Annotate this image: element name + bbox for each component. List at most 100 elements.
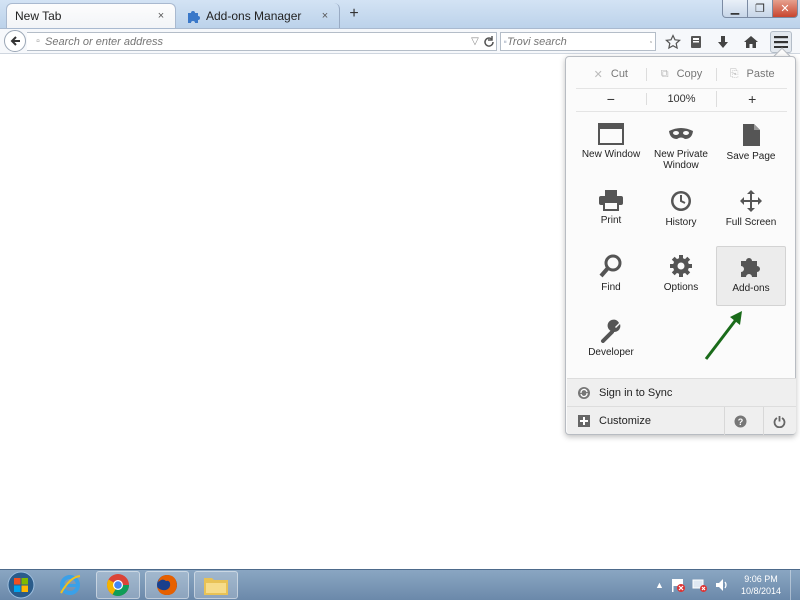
- customize-row: Customize ?: [567, 406, 796, 435]
- print-button[interactable]: Print: [576, 183, 646, 245]
- find-label: Find: [601, 282, 621, 293]
- zoom-in-button[interactable]: +: [716, 91, 787, 107]
- new-private-window-label: New Private Window: [654, 149, 708, 171]
- separator: [576, 111, 787, 112]
- developer-button[interactable]: Developer: [576, 313, 646, 375]
- add-ons-label: Add-ons: [732, 283, 770, 294]
- print-label: Print: [600, 215, 622, 226]
- options-icon: [670, 255, 692, 277]
- quit-button[interactable]: [763, 407, 795, 435]
- reload-icon[interactable]: [482, 35, 496, 49]
- internet-explorer-taskbar-icon[interactable]: [48, 571, 92, 599]
- sync-label: Sign in to Sync: [599, 386, 673, 399]
- edit-controls: ✕ Cut ⧉ Copy ⎘ Paste: [576, 63, 787, 85]
- paste-label: Paste: [746, 68, 775, 80]
- chrome-icon: [107, 574, 129, 596]
- copy-icon: ⧉: [660, 67, 669, 80]
- volume-icon[interactable]: [714, 577, 730, 593]
- history-icon: [671, 191, 691, 211]
- navigation-bar: ▫ ▽: [0, 28, 800, 54]
- close-tab-icon[interactable]: ×: [319, 10, 331, 22]
- options-button[interactable]: Options: [646, 248, 716, 310]
- main-menu-panel: ✕ Cut ⧉ Copy ⎘ Paste − 100% + New Window…: [565, 56, 796, 435]
- hamburger-menu-icon: [774, 36, 788, 48]
- show-desktop-button[interactable]: [790, 570, 800, 600]
- action-center-flag-icon[interactable]: [670, 577, 686, 593]
- sync-icon: [578, 386, 590, 399]
- cut-icon: ✕: [593, 68, 603, 81]
- sign-in-to-sync-button[interactable]: Sign in to Sync: [567, 378, 796, 406]
- bookmark-star-icon[interactable]: [662, 31, 684, 53]
- zoom-controls: − 100% +: [576, 88, 787, 110]
- private-window-icon: [669, 128, 693, 139]
- start-button[interactable]: [2, 570, 40, 600]
- url-bar[interactable]: ▫ ▽: [27, 32, 497, 51]
- clock-time: 9:06 PM: [744, 574, 778, 584]
- new-window-button[interactable]: New Window: [576, 117, 646, 179]
- search-bar[interactable]: [500, 32, 656, 51]
- minimize-button[interactable]: ▁: [722, 0, 748, 18]
- full-screen-icon: [740, 190, 762, 212]
- find-icon: [599, 254, 622, 278]
- chrome-taskbar-icon[interactable]: [96, 571, 140, 599]
- file-explorer-taskbar-icon[interactable]: [194, 571, 238, 599]
- tab-new-tab[interactable]: New Tab ×: [6, 3, 176, 28]
- maximize-button[interactable]: ❐: [747, 0, 773, 18]
- firefox-icon: [157, 575, 177, 595]
- internet-explorer-icon: [60, 575, 81, 595]
- add-ons-button[interactable]: Add-ons: [716, 246, 786, 306]
- customize-icon: [578, 414, 590, 427]
- firefox-taskbar-icon[interactable]: [145, 571, 189, 599]
- power-icon: [773, 415, 786, 428]
- save-page-label: Save Page: [726, 151, 776, 162]
- search-input[interactable]: [507, 35, 650, 48]
- new-private-window-button[interactable]: New Private Window: [646, 117, 716, 179]
- cut-label: Cut: [610, 68, 628, 80]
- close-window-button[interactable]: ✕: [772, 0, 798, 18]
- downloads-icon[interactable]: [712, 31, 734, 53]
- tab-add-ons-manager[interactable]: Add-ons Manager ×: [178, 3, 340, 28]
- windows-logo-icon: [7, 571, 35, 599]
- dropdown-arrow-icon[interactable]: ▽: [468, 36, 482, 47]
- show-hidden-icons-icon[interactable]: ▲: [655, 580, 664, 590]
- customize-button[interactable]: Customize: [599, 415, 651, 427]
- system-clock[interactable]: 9:06 PM 10/8/2014: [736, 573, 786, 597]
- folder-icon: [204, 578, 228, 595]
- copy-label: Copy: [676, 68, 703, 80]
- close-tab-icon[interactable]: ×: [155, 10, 167, 22]
- page-icon: ▫: [36, 36, 40, 47]
- copy-button[interactable]: ⧉ Copy: [645, 67, 717, 81]
- developer-icon: [601, 319, 621, 343]
- tab-label: Add-ons Manager: [206, 8, 302, 23]
- add-ons-icon: [741, 258, 760, 277]
- new-tab-button[interactable]: +: [344, 4, 364, 24]
- tab-label: New Tab: [15, 9, 62, 23]
- developer-label: Developer: [588, 347, 634, 358]
- back-button[interactable]: [4, 30, 26, 52]
- help-button[interactable]: ?: [724, 407, 756, 435]
- home-icon[interactable]: [740, 31, 762, 53]
- history-button[interactable]: History: [646, 183, 716, 245]
- tab-strip: New Tab × Add-ons Manager × + ▁ ❐ ✕: [0, 0, 800, 28]
- help-icon: ?: [734, 415, 747, 427]
- print-icon: [599, 190, 623, 211]
- history-label: History: [665, 217, 697, 228]
- zoom-reset-button[interactable]: 100%: [645, 93, 717, 105]
- annotation-arrow-icon: [704, 311, 742, 360]
- bookmarks-menu-icon[interactable]: [685, 31, 707, 53]
- save-page-button[interactable]: Save Page: [716, 117, 786, 179]
- find-button[interactable]: Find: [576, 248, 646, 310]
- windows-taskbar: ▲ 9:06 PM 10/8/2014: [0, 569, 800, 600]
- address-input[interactable]: [45, 35, 468, 48]
- paste-button[interactable]: ⎘ Paste: [716, 67, 787, 81]
- cut-button[interactable]: ✕ Cut: [576, 68, 646, 81]
- save-page-icon: [743, 124, 760, 146]
- puzzle-piece-icon: [188, 10, 200, 23]
- options-label: Options: [663, 282, 699, 293]
- network-icon[interactable]: [692, 577, 708, 593]
- paste-icon: ⎘: [729, 67, 739, 80]
- full-screen-button[interactable]: Full Screen: [716, 183, 786, 245]
- zoom-out-button[interactable]: −: [576, 91, 646, 107]
- back-arrow-icon: [10, 36, 20, 46]
- search-icon[interactable]: [650, 36, 652, 48]
